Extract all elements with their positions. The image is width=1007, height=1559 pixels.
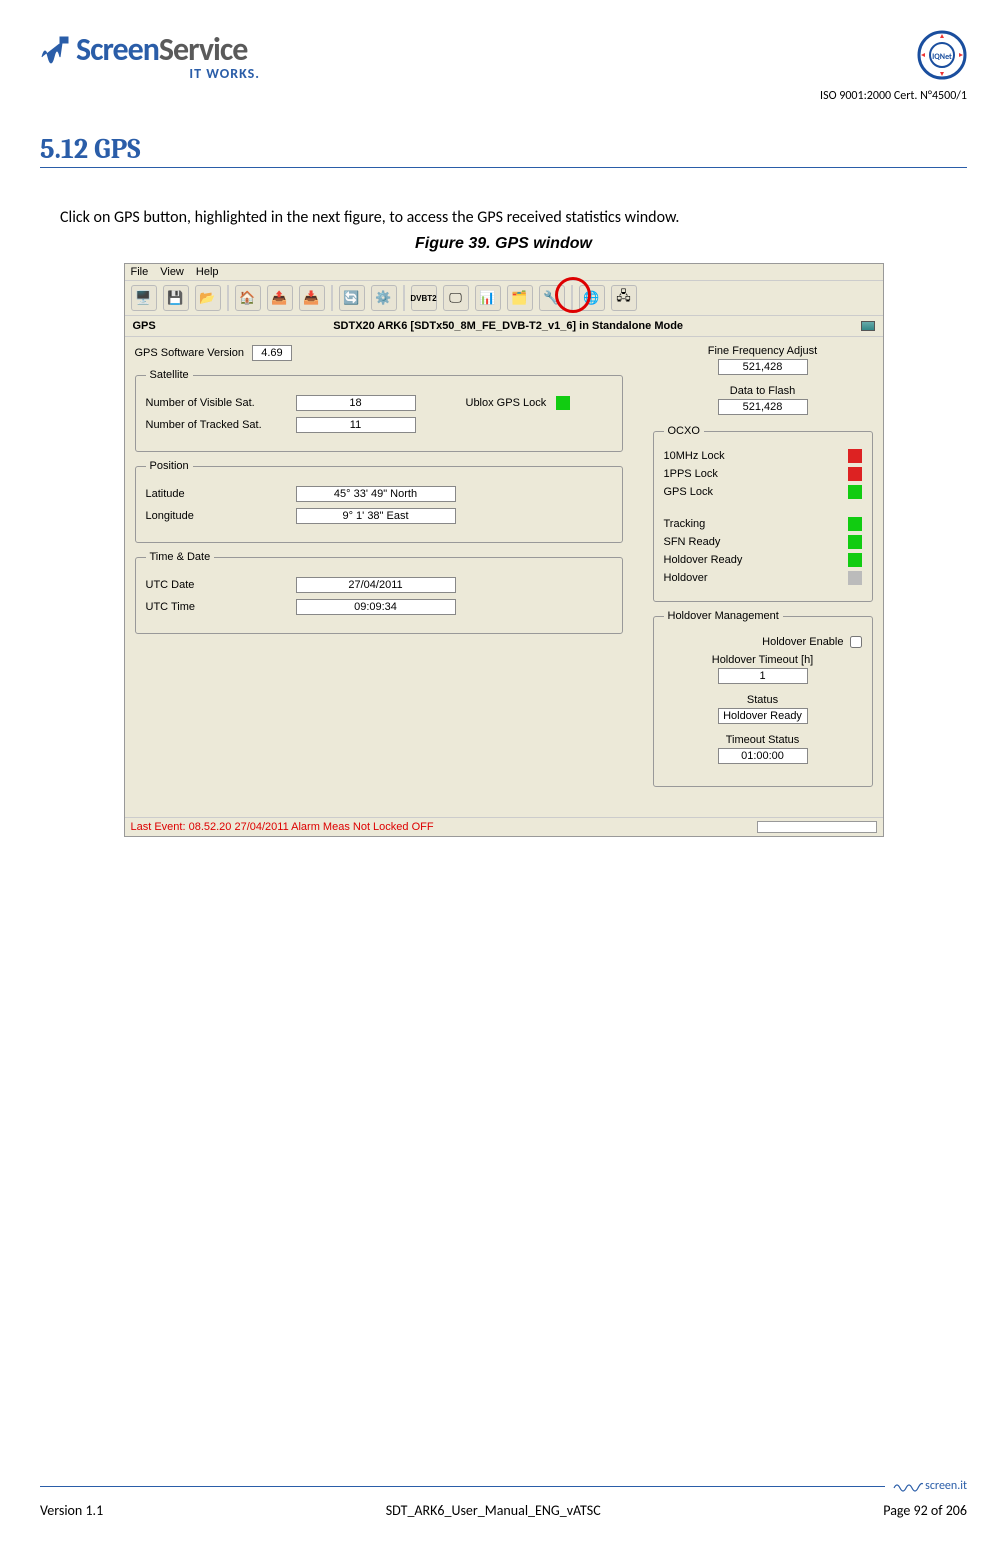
toolbar-connect-icon[interactable]: 🖥️ — [131, 285, 157, 311]
intro-paragraph: Click on GPS button, highlighted in the … — [60, 208, 967, 227]
toolbar-download-icon[interactable]: 📥 — [299, 285, 325, 311]
holdover-status-value: Holdover Ready — [718, 708, 808, 724]
toolbar: 🖥️ 💾 📂 🏠 📤 📥 🔄 ⚙️ DVBT2 🖵 📊 🗂️ 🔧 🌐 🖧 — [125, 281, 883, 316]
toolbar-gear-icon[interactable]: ⚙️ — [371, 285, 397, 311]
footer-page: Page 92 of 206 — [883, 1502, 967, 1519]
ocxo-legend: OCXO — [664, 425, 704, 437]
utc-date-label: UTC Date — [146, 579, 286, 591]
menu-view[interactable]: View — [160, 266, 184, 278]
ocxo-1pps-label: 1PPS Lock — [664, 468, 718, 480]
ocxo-gps-indicator — [848, 485, 862, 499]
gps-version-label: GPS Software Version — [135, 347, 244, 359]
ocxo-gps-label: GPS Lock — [664, 486, 714, 498]
section-heading: 5.12 GPS — [40, 133, 967, 168]
footer-squiggle-icon — [893, 1478, 923, 1494]
ocxo-holdover-label: Holdover — [664, 572, 708, 584]
tracked-sat-label: Number of Tracked Sat. — [146, 419, 286, 431]
ublox-lock-indicator — [556, 396, 570, 410]
holdover-enable-label: Holdover Enable — [762, 636, 843, 648]
toolbar-chart-icon[interactable]: 📊 — [475, 285, 501, 311]
timedate-group: Time & Date UTC Date 27/04/2011 UTC Time… — [135, 551, 623, 634]
ublox-lock-label: Ublox GPS Lock — [466, 397, 547, 409]
visible-sat-value: 18 — [296, 395, 416, 411]
figure-caption: Figure 39. GPS window — [40, 235, 967, 253]
holdover-enable-checkbox[interactable] — [850, 636, 862, 648]
holdover-timeout-label: Holdover Timeout [h] — [712, 654, 814, 666]
menubar: File View Help — [125, 264, 883, 281]
data-flash-button[interactable]: 521,428 — [718, 399, 808, 415]
ocxo-1pps-indicator — [848, 467, 862, 481]
gps-version-value: 4.69 — [252, 345, 292, 361]
holdover-mgmt-legend: Holdover Management — [664, 610, 783, 622]
menu-help[interactable]: Help — [196, 266, 219, 278]
ocxo-sfn-label: SFN Ready — [664, 536, 721, 548]
ocxo-holdover-ready-label: Holdover Ready — [664, 554, 743, 566]
position-legend: Position — [146, 460, 193, 472]
timeout-status-label: Timeout Status — [726, 734, 800, 746]
footer-docname: SDT_ARK6_User_Manual_ENG_vATSC — [386, 1502, 601, 1519]
toolbar-layers-icon[interactable]: 🗂️ — [507, 285, 533, 311]
toolbar-gps-icon[interactable]: 🌐 — [579, 285, 605, 311]
longitude-value: 9° 1' 38" East — [296, 508, 456, 524]
ocxo-10mhz-label: 10MHz Lock — [664, 450, 725, 462]
statusbar-progress — [757, 821, 877, 833]
menu-file[interactable]: File — [131, 266, 149, 278]
position-group: Position Latitude 45° 33' 49" North Long… — [135, 460, 623, 543]
company-logo: ScreenService IT WORKS. — [40, 30, 260, 82]
panel-label: GPS — [133, 320, 156, 332]
footer-logo: screen.it — [893, 1478, 967, 1494]
device-title: SDTX20 ARK6 [SDTx50_8M_FE_DVB-T2_v1_6] i… — [333, 320, 683, 332]
longitude-label: Longitude — [146, 510, 286, 522]
iqnet-badge-icon: IQNet — [917, 30, 967, 80]
ocxo-tracking-indicator — [848, 517, 862, 531]
fine-freq-value: 521,428 — [718, 359, 808, 375]
footer-logo-text: screen.it — [925, 1479, 967, 1493]
visible-sat-label: Number of Visible Sat. — [146, 397, 286, 409]
latitude-value: 45° 33' 49" North — [296, 486, 456, 502]
logo-screen-text: Screen — [76, 30, 159, 69]
latitude-label: Latitude — [146, 488, 286, 500]
ocxo-group: OCXO 10MHz Lock 1PPS Lock GPS Lock Track… — [653, 425, 873, 602]
data-flash-label: Data to Flash — [730, 385, 795, 397]
toolbar-open-icon[interactable]: 📂 — [195, 285, 221, 311]
statusbar-event-text: Last Event: 08.52.20 27/04/2011 Alarm Me… — [131, 821, 434, 833]
svg-text:IQNet: IQNet — [932, 52, 952, 62]
toolbar-tools-icon[interactable]: 🔧 — [539, 285, 565, 311]
ocxo-holdover-ready-indicator — [848, 553, 862, 567]
window-state-icon[interactable] — [861, 321, 875, 331]
utc-date-value: 27/04/2011 — [296, 577, 456, 593]
logo-squiggle-icon — [40, 35, 70, 65]
timedate-legend: Time & Date — [146, 551, 215, 563]
toolbar-dvbt2-icon[interactable]: DVBT2 — [411, 285, 437, 311]
satellite-group: Satellite Number of Visible Sat. 18 Ublo… — [135, 369, 623, 452]
toolbar-network-icon[interactable]: 🖧 — [611, 285, 637, 311]
ocxo-sfn-indicator — [848, 535, 862, 549]
utc-time-label: UTC Time — [146, 601, 286, 613]
tracked-sat-value: 11 — [296, 417, 416, 433]
holdover-timeout-value[interactable]: 1 — [718, 668, 808, 684]
footer-version: Version 1.1 — [40, 1502, 103, 1519]
ocxo-holdover-indicator — [848, 571, 862, 585]
holdover-status-label: Status — [747, 694, 778, 706]
toolbar-save-icon[interactable]: 💾 — [163, 285, 189, 311]
ocxo-10mhz-indicator — [848, 449, 862, 463]
fine-freq-label: Fine Frequency Adjust — [708, 345, 817, 357]
holdover-mgmt-group: Holdover Management Holdover Enable Hold… — [653, 610, 873, 787]
toolbar-refresh-icon[interactable]: 🔄 — [339, 285, 365, 311]
toolbar-upload-icon[interactable]: 📤 — [267, 285, 293, 311]
satellite-legend: Satellite — [146, 369, 193, 381]
timeout-status-value: 01:00:00 — [718, 748, 808, 764]
app-window: File View Help 🖥️ 💾 📂 🏠 📤 📥 🔄 ⚙️ DVBT2 🖵… — [124, 263, 884, 837]
utc-time-value: 09:09:34 — [296, 599, 456, 615]
toolbar-home-icon[interactable]: 🏠 — [235, 285, 261, 311]
iso-cert-text: ISO 9001:2000 Cert. N°4500/1 — [820, 89, 967, 103]
ocxo-tracking-label: Tracking — [664, 518, 706, 530]
toolbar-monitor-icon[interactable]: 🖵 — [443, 285, 469, 311]
logo-service-text: Service — [159, 30, 247, 69]
